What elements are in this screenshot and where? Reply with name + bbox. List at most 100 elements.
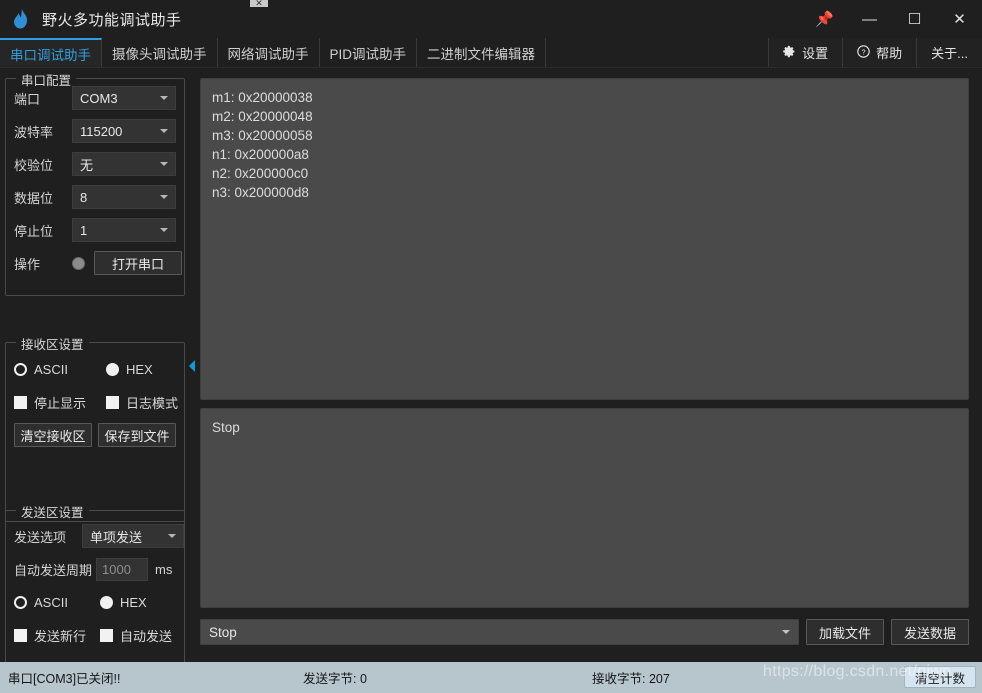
chevron-down-icon bbox=[160, 195, 168, 199]
tab-label: PID调试助手 bbox=[329, 46, 407, 62]
open-port-label: 打开串口 bbox=[111, 256, 164, 272]
tab-network-debug[interactable]: 网络调试助手 bbox=[217, 38, 320, 67]
send-hex-radio[interactable]: HEX bbox=[100, 595, 147, 610]
auto-period-value: 1000 bbox=[102, 561, 131, 577]
title-bar: 野火多功能调试助手 📌 — ☐ ✕ bbox=[0, 0, 982, 38]
databits-select[interactable]: 8 bbox=[72, 185, 176, 209]
send-textarea[interactable]: Stop bbox=[200, 408, 969, 608]
auto-send-label: 自动发送 bbox=[120, 628, 173, 644]
log-mode-checkbox[interactable]: 日志模式 bbox=[106, 393, 178, 412]
maximize-icon: ☐ bbox=[907, 11, 922, 28]
clear-receive-button[interactable]: 清空接收区 bbox=[14, 423, 92, 447]
help-button[interactable]: ? 帮助 bbox=[842, 38, 917, 67]
parity-value: 无 bbox=[80, 157, 94, 173]
connection-status-indicator bbox=[72, 256, 85, 270]
window-controls: 📌 — ☐ ✕ bbox=[802, 0, 982, 38]
serial-config-title: 串口配置 bbox=[16, 70, 77, 89]
parity-label: 校验位 bbox=[14, 157, 54, 173]
stopbits-select[interactable]: 1 bbox=[72, 218, 176, 242]
operation-row: 操作 打开串口 bbox=[14, 249, 184, 277]
receive-textarea[interactable]: m1: 0x20000038 m2: 0x20000048 m3: 0x2000… bbox=[200, 78, 969, 400]
radio-icon bbox=[100, 595, 113, 609]
tab-label: 网络调试助手 bbox=[227, 46, 309, 62]
minimize-button[interactable]: — bbox=[847, 0, 892, 38]
pin-button[interactable]: 📌 bbox=[802, 0, 847, 38]
page-title: 野火多功能调试助手 bbox=[42, 11, 182, 29]
receive-hex-radio[interactable]: HEX bbox=[106, 362, 153, 377]
tab-pid-debug[interactable]: PID调试助手 bbox=[319, 38, 418, 67]
settings-button[interactable]: 设置 bbox=[768, 38, 843, 67]
stop-display-checkbox[interactable]: 停止显示 bbox=[14, 393, 106, 412]
close-button[interactable]: ✕ bbox=[937, 0, 982, 38]
baud-label: 波特率 bbox=[14, 124, 54, 140]
auto-send-checkbox[interactable]: 自动发送 bbox=[100, 626, 172, 645]
checkbox-icon bbox=[106, 395, 119, 409]
chevron-down-icon bbox=[168, 534, 176, 538]
main-panel: m1: 0x20000038 m2: 0x20000048 m3: 0x2000… bbox=[196, 70, 982, 662]
clear-count-label: 清空计数 bbox=[914, 671, 965, 686]
collapse-sidebar-arrow-icon[interactable] bbox=[189, 360, 195, 372]
panel-splitter[interactable] bbox=[188, 70, 196, 662]
close-icon: ✕ bbox=[953, 11, 966, 28]
send-option-value: 单项发送 bbox=[90, 529, 143, 545]
svg-text:?: ? bbox=[862, 47, 866, 56]
send-newline-label: 发送新行 bbox=[34, 628, 87, 644]
about-button[interactable]: 关于... bbox=[916, 38, 982, 67]
baud-row: 波特率 115200 bbox=[14, 117, 184, 145]
parity-select[interactable]: 无 bbox=[72, 152, 176, 176]
chevron-down-icon bbox=[160, 129, 168, 133]
about-label: 关于... bbox=[931, 46, 968, 61]
tab-label: 摄像头调试助手 bbox=[112, 46, 207, 62]
radio-icon bbox=[14, 362, 27, 376]
send-hex-label: HEX bbox=[120, 594, 147, 610]
sent-bytes-text: 发送字节: 0 bbox=[303, 672, 367, 686]
tab-serial-debug[interactable]: 串口调试助手 bbox=[0, 38, 102, 67]
send-settings-group: 发送区设置 发送选项 单项发送 自动发送周期 1000 ms ASCII HEX… bbox=[5, 502, 185, 668]
chevron-down-icon bbox=[160, 228, 168, 232]
send-command-row: Stop 加载文件 发送数据 bbox=[200, 618, 969, 646]
application-window: 野火多功能调试助手 📌 — ☐ ✕ ✕ 串口调试助手 摄像头调试助手 网络调试助… bbox=[0, 0, 982, 693]
open-port-button[interactable]: 打开串口 bbox=[94, 251, 182, 275]
minimize-icon: — bbox=[862, 10, 877, 28]
toolbar: 设置 ? 帮助 关于... bbox=[768, 38, 982, 67]
receive-settings-group: 接收区设置 ASCII HEX 停止显示 日志模式 清空接收区 保存到文件 bbox=[5, 334, 185, 522]
tab-camera-debug[interactable]: 摄像头调试助手 bbox=[102, 38, 218, 67]
chevron-down-icon bbox=[160, 162, 168, 166]
clear-receive-label: 清空接收区 bbox=[20, 428, 86, 444]
serial-config-group: 串口配置 端口 COM3 波特率 115200 校验位 无 数据位 8 停止位 … bbox=[5, 70, 185, 296]
load-file-button[interactable]: 加载文件 bbox=[805, 619, 884, 645]
send-command-combo[interactable]: Stop bbox=[200, 619, 799, 645]
port-select[interactable]: COM3 bbox=[72, 86, 176, 110]
databits-label: 数据位 bbox=[14, 190, 54, 206]
stopbits-row: 停止位 1 bbox=[14, 216, 184, 244]
send-newline-checkbox[interactable]: 发送新行 bbox=[14, 626, 100, 645]
stopbits-value: 1 bbox=[80, 222, 88, 238]
receive-format-row: ASCII HEX bbox=[14, 355, 184, 383]
save-to-file-button[interactable]: 保存到文件 bbox=[98, 423, 176, 447]
maximize-button[interactable]: ☐ bbox=[892, 0, 937, 38]
send-format-row: ASCII HEX bbox=[14, 588, 184, 616]
parity-row: 校验位 无 bbox=[14, 150, 184, 178]
received-bytes-text: 接收字节: 207 bbox=[592, 672, 670, 686]
clear-count-button[interactable]: 清空计数 bbox=[903, 666, 976, 688]
baud-value: 115200 bbox=[80, 123, 123, 139]
settings-label: 设置 bbox=[802, 46, 829, 61]
receive-ascii-radio[interactable]: ASCII bbox=[14, 362, 106, 377]
send-ascii-radio[interactable]: ASCII bbox=[14, 595, 100, 610]
auto-period-input[interactable]: 1000 bbox=[96, 557, 148, 581]
auto-period-row: 自动发送周期 1000 ms bbox=[14, 555, 184, 583]
send-data-button[interactable]: 发送数据 bbox=[890, 619, 969, 645]
tab-binary-editor[interactable]: 二进制文件编辑器 bbox=[417, 38, 547, 67]
send-option-label: 发送选项 bbox=[14, 529, 67, 545]
checkbox-icon bbox=[14, 628, 27, 642]
radio-icon bbox=[14, 595, 27, 609]
sidebar: 串口配置 端口 COM3 波特率 115200 校验位 无 数据位 8 停止位 … bbox=[0, 70, 188, 668]
databits-value: 8 bbox=[80, 189, 88, 205]
baud-select[interactable]: 115200 bbox=[72, 119, 176, 143]
help-label: 帮助 bbox=[876, 46, 903, 61]
auto-period-label: 自动发送周期 bbox=[14, 562, 93, 578]
log-mode-label: 日志模式 bbox=[126, 395, 179, 411]
receive-settings-title: 接收区设置 bbox=[16, 334, 89, 353]
send-option-select[interactable]: 单项发送 bbox=[82, 524, 184, 548]
stopbits-label: 停止位 bbox=[14, 223, 54, 239]
